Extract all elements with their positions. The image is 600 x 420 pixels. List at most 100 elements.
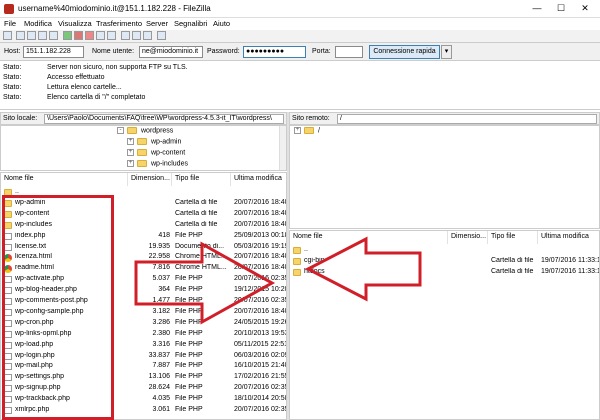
file-size: 418 — [158, 231, 170, 239]
file-name: cgi-bin — [304, 256, 325, 264]
search-icon[interactable] — [157, 31, 166, 40]
file-size: 3.316 — [152, 340, 170, 348]
file-size: 7.816 — [152, 264, 170, 272]
file-row[interactable]: .. — [290, 245, 599, 256]
file-size: 33.837 — [148, 351, 170, 359]
menu-server[interactable]: Server — [146, 19, 168, 28]
file-modified: 20/07/2016 02:35:... — [234, 297, 286, 304]
quickconnect-button[interactable]: Connessione rapida — [369, 45, 440, 59]
host-label: Host: — [4, 48, 21, 55]
file-type: File PHP — [175, 406, 203, 413]
menu-segnalibri[interactable]: Segnalibri — [174, 19, 207, 28]
quickconnect-dropdown[interactable]: ▾ — [441, 45, 452, 59]
toolbar — [0, 30, 600, 43]
file-modified: 05/11/2015 22:51:... — [234, 340, 286, 348]
site-manager-icon[interactable] — [3, 31, 12, 40]
toggle-log-icon[interactable] — [16, 31, 25, 40]
local-tree-scrollbar[interactable] — [279, 126, 286, 170]
column-header-modified[interactable]: Ultima modifica — [231, 173, 286, 186]
folder-icon — [137, 138, 147, 145]
folder-icon — [293, 257, 301, 265]
close-button[interactable]: ✕ — [573, 2, 597, 14]
menu-visualizza[interactable]: Visualizza — [58, 19, 92, 28]
pane-splitter[interactable] — [287, 112, 289, 420]
process-queue-icon[interactable] — [74, 31, 83, 40]
file-modified: 20/07/2016 02:35:... — [234, 406, 286, 413]
file-size: 1.477 — [152, 297, 170, 304]
disconnect-icon[interactable] — [96, 31, 105, 40]
menu-file[interactable]: File — [4, 19, 16, 28]
compare-icon[interactable] — [132, 31, 141, 40]
column-header-name[interactable]: Nome file — [1, 173, 128, 186]
folder-icon — [137, 160, 147, 167]
port-label: Porta: — [312, 48, 331, 55]
host-input[interactable]: 151.1.182.228 — [23, 46, 84, 58]
file-modified: 19/07/2016 11:33:18 — [541, 267, 599, 275]
file-row[interactable]: cgi-bin Cartella di file 19/07/2016 11:33:… — [290, 256, 599, 267]
tree-item-wordpress[interactable]: - wordpress — [117, 127, 173, 137]
menu-trasferimento[interactable]: Trasferimento — [96, 19, 142, 28]
local-path-input[interactable]: \Users\Paolo\Documents\FAQ\free\WP\wordp… — [44, 114, 284, 124]
minimize-button[interactable]: — — [525, 2, 549, 14]
cancel-icon[interactable] — [85, 31, 94, 40]
file-modified: 20/07/2016 18:40:... — [234, 264, 286, 272]
port-input[interactable] — [335, 46, 363, 58]
file-type: Cartella di file — [491, 256, 534, 264]
file-modified: 20/07/2016 02:35:... — [234, 384, 286, 392]
menu-modifica[interactable]: Modifica — [24, 19, 52, 28]
filezilla-logo-icon — [4, 4, 14, 14]
file-name: htdocs — [304, 267, 325, 275]
column-header-size[interactable]: Dimension... — [128, 173, 172, 186]
file-size: 22.958 — [148, 253, 170, 261]
file-size: 2.380 — [152, 329, 170, 337]
column-header-type[interactable]: Tipo file — [172, 173, 231, 186]
file-modified: 06/03/2016 02:09:... — [234, 351, 286, 359]
reconnect-icon[interactable] — [107, 31, 116, 40]
tree-item-wp-includes[interactable]: + wp-includes — [127, 160, 188, 170]
local-path-bar: Sito locale: \Users\Paolo\Documents\FAQ\… — [0, 112, 287, 125]
menu-aiuto[interactable]: Aiuto — [213, 19, 230, 28]
file-type: File PHP — [175, 362, 203, 370]
toggle-queue-icon[interactable] — [49, 31, 58, 40]
tree-item-wp-admin[interactable]: + wp-admin — [127, 138, 181, 148]
maximize-button[interactable]: ☐ — [549, 2, 573, 14]
toggle-local-tree-icon[interactable] — [27, 31, 36, 40]
file-size — [448, 268, 486, 278]
file-type: File PHP — [175, 395, 203, 403]
file-type: Documento di... — [175, 242, 225, 250]
file-row[interactable]: htdocs Cartella di file 19/07/2016 11:33:1… — [290, 267, 599, 278]
refresh-icon[interactable] — [63, 31, 72, 40]
folder-icon — [293, 247, 301, 254]
column-header-name[interactable]: Nome file — [290, 231, 448, 244]
menu-bar: File Modifica Visualizza Trasferimento S… — [0, 18, 600, 30]
column-header-modified[interactable]: Ultima modifica — [538, 231, 599, 244]
title-bar: username%40miodominio.it@151.1.182.228 -… — [0, 0, 600, 18]
file-modified: 25/09/2013 00:18:... — [234, 231, 286, 239]
username-label: Nome utente: — [92, 48, 135, 55]
file-size: 13.106 — [148, 373, 170, 381]
file-modified: 05/03/2016 19:19:... — [234, 242, 286, 250]
file-name: .. — [304, 246, 308, 253]
local-site-label: Sito locale: — [3, 115, 38, 122]
column-header-size[interactable]: Dimensio... — [448, 231, 488, 244]
toggle-remote-tree-icon[interactable] — [38, 31, 47, 40]
file-size: 3.182 — [152, 307, 170, 315]
file-type: File PHP — [175, 384, 203, 392]
file-modified: 18/10/2014 20:58:... — [234, 395, 286, 403]
local-directory-tree: - wordpress + wp-admin + wp-content + wp-inc… — [0, 125, 287, 171]
window-title: username%40miodominio.it@151.1.182.228 -… — [18, 4, 211, 13]
log-row: Stato: Accesso effettuato — [3, 74, 105, 81]
password-input[interactable]: ●●●●●●●●● — [243, 46, 306, 58]
log-row: Stato: Server non sicuro, non supporta FT… — [3, 64, 188, 71]
tree-item-wp-content[interactable]: + wp-content — [127, 149, 185, 159]
file-type: File PHP — [175, 275, 203, 283]
sync-browse-icon[interactable] — [143, 31, 152, 40]
folder-icon — [304, 127, 314, 134]
username-input[interactable]: ne@miodominio.it — [139, 46, 203, 58]
file-type: File PHP — [175, 307, 203, 315]
remote-path-input[interactable]: / — [337, 114, 597, 124]
filter-icon[interactable] — [121, 31, 130, 40]
column-header-type[interactable]: Tipo file — [488, 231, 538, 244]
password-label: Password: — [207, 48, 240, 55]
tree-item-root[interactable]: + / — [294, 127, 320, 137]
